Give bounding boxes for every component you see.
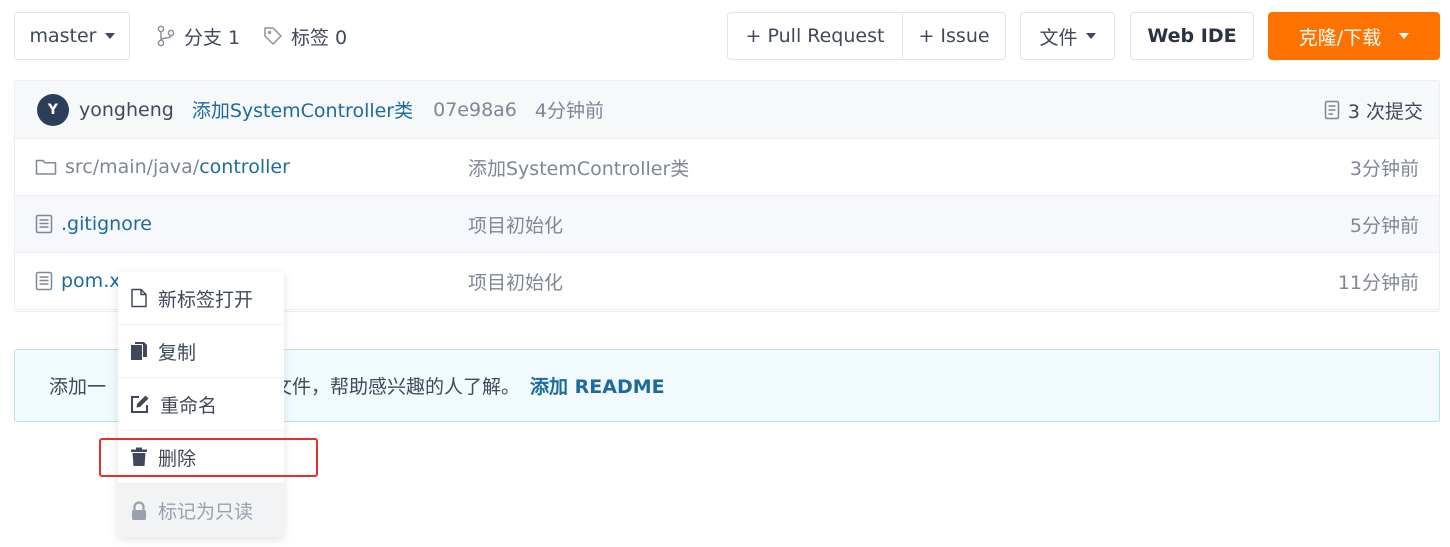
readme-notice-text-start: 添加一 (49, 376, 107, 398)
file-dropdown-label: 文件 (1039, 26, 1078, 49)
chevron-down-icon (1085, 33, 1096, 39)
file-text-icon (35, 214, 53, 234)
pr-issue-group: + Pull Request + Issue (727, 12, 1006, 60)
commit-count-label: 3 次提交 (1347, 100, 1423, 123)
branch-icon (157, 25, 175, 47)
branches-link[interactable]: 分支 1 (156, 12, 240, 60)
menu-item-label: 删除 (158, 447, 197, 470)
commit-count-link[interactable]: 3 次提交 (1324, 81, 1423, 139)
commit-author[interactable]: yongheng (79, 99, 174, 121)
file-text-icon (35, 271, 53, 291)
clone-download-label: 克隆/下载 (1298, 26, 1382, 49)
latest-commit-bar: Y yongheng 添加SystemController类 07e98a6 4… (15, 81, 1439, 139)
file-commit-time: 3分钟前 (1349, 157, 1419, 180)
file-name[interactable]: src/main/java/controller (35, 156, 290, 178)
branches-label: 分支 1 (184, 26, 241, 49)
lock-icon (132, 500, 146, 520)
file-name[interactable]: pom.x (35, 270, 120, 292)
branch-select-label: master (29, 25, 97, 47)
file-dropdown-button[interactable]: 文件 (1020, 12, 1115, 60)
file-path-name: controller (199, 156, 290, 178)
file-path-prefix: src/main/java/ (65, 156, 200, 178)
copy-icon (131, 342, 147, 360)
commits-icon (1324, 100, 1340, 120)
file-path-name: .gitignore (61, 213, 152, 235)
new-tab-icon (131, 288, 147, 308)
folder-icon (35, 159, 57, 175)
readme-notice-text-end: 文件，帮助感兴趣的人了解。 (273, 376, 521, 398)
avatar[interactable]: Y (37, 93, 69, 126)
tags-label: 标签 0 (291, 26, 348, 49)
menu-item-label: 标记为只读 (158, 501, 254, 523)
menu-item-delete[interactable]: 删除 (118, 431, 284, 484)
file-commit-time: 5分钟前 (1349, 214, 1419, 237)
commit-sha[interactable]: 07e98a6 (433, 99, 517, 121)
menu-item-label: 新标签打开 (158, 288, 254, 311)
menu-item-mark-readonly[interactable]: 标记为只读 (118, 484, 284, 537)
context-menu: 新标签打开 复制 重命名 删除 标记为只读 (118, 272, 284, 537)
file-commit-message[interactable]: 项目初始化 (468, 268, 563, 295)
menu-item-copy[interactable]: 复制 (118, 325, 284, 378)
web-ide-button[interactable]: Web IDE (1130, 12, 1254, 60)
clone-download-button[interactable]: 克隆/下载 (1268, 12, 1440, 60)
add-readme-link[interactable]: 添加 README (530, 372, 665, 399)
chevron-down-icon (1399, 33, 1410, 39)
file-commit-time: 11分钟前 (1337, 271, 1419, 294)
file-name[interactable]: .gitignore (35, 213, 152, 235)
pull-request-button[interactable]: + Pull Request (728, 13, 903, 59)
menu-item-label: 复制 (158, 341, 197, 364)
issue-button[interactable]: + Issue (903, 13, 1005, 59)
menu-item-label: 重命名 (160, 394, 218, 417)
file-commit-message[interactable]: 项目初始化 (468, 211, 563, 238)
trash-icon (131, 447, 147, 466)
tags-link[interactable]: 标签 0 (263, 12, 347, 60)
menu-item-open-new-tab[interactable]: 新标签打开 (118, 272, 284, 325)
tag-icon (264, 27, 282, 45)
file-path-name: pom.x (61, 270, 121, 292)
edit-icon (131, 395, 149, 413)
commit-time: 4分钟前 (534, 100, 604, 122)
branch-select[interactable]: master (14, 12, 130, 60)
chevron-down-icon (104, 33, 115, 39)
menu-item-rename[interactable]: 重命名 (118, 378, 284, 431)
file-commit-message[interactable]: 添加SystemController类 (468, 154, 689, 181)
commit-message[interactable]: 添加SystemController类 (192, 96, 413, 123)
table-row[interactable]: src/main/java/controller 添加SystemControl… (15, 139, 1439, 196)
table-row[interactable]: .gitignore 项目初始化 5分钟前 (15, 196, 1439, 253)
